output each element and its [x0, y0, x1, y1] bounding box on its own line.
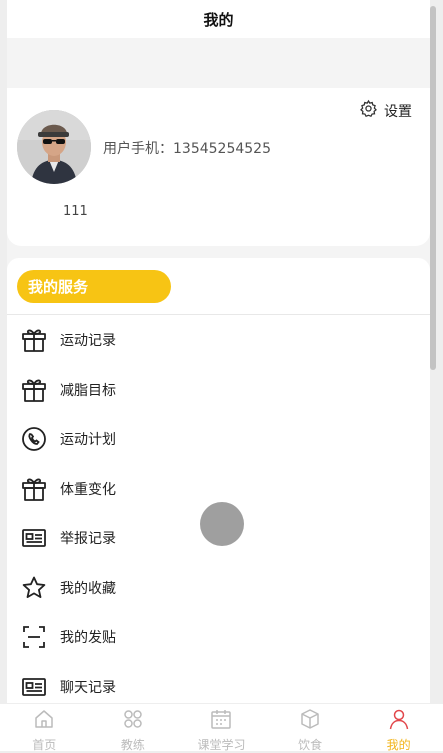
title-bar: 我的: [7, 0, 430, 38]
services-panel: 我的服务 运动记录 减脂目标 运动计划 体重变化 举报记录 我的收藏 我的发贴 …: [7, 258, 430, 708]
service-item-fat-loss-goal[interactable]: 减脂目标: [7, 365, 430, 414]
service-item-favorites[interactable]: 我的收藏: [7, 563, 430, 612]
app-screen: 我的 设置 用户手机：13545254525 111 我的服务 运动记录 减脂目…: [7, 0, 430, 750]
tab-label: 我的: [386, 738, 411, 752]
service-label: 减脂目标: [60, 382, 116, 399]
id-card-icon: [20, 673, 48, 701]
tab-home[interactable]: 首页: [0, 704, 89, 752]
tab-mine[interactable]: 我的: [354, 704, 443, 752]
service-item-exercise-plan[interactable]: 运动计划: [7, 414, 430, 463]
service-label: 运动记录: [60, 332, 116, 349]
phone-number: 13545254525: [173, 141, 271, 157]
service-label: 聊天记录: [60, 679, 116, 696]
scan-icon: [20, 623, 48, 651]
page-title: 我的: [203, 10, 234, 29]
service-label: 我的发贴: [60, 629, 116, 646]
service-item-my-posts[interactable]: 我的发贴: [7, 612, 430, 661]
service-item-exercise-record[interactable]: 运动记录: [7, 315, 430, 364]
service-label: 举报记录: [60, 530, 116, 547]
services-title: 我的服务: [17, 270, 171, 303]
gear-icon: [359, 99, 378, 122]
home-icon: [33, 708, 55, 734]
service-label: 我的收藏: [60, 580, 116, 597]
grid-icon: [122, 708, 144, 734]
gift-icon: [20, 326, 48, 354]
tab-label: 首页: [32, 738, 57, 752]
user-phone: 用户手机：13545254525: [103, 138, 271, 158]
settings-label: 设置: [384, 103, 412, 120]
touch-indicator: [200, 502, 244, 546]
avatar[interactable]: [17, 110, 91, 184]
tab-class[interactable]: 课堂学习: [177, 704, 266, 752]
tab-label: 课堂学习: [197, 738, 246, 752]
scrollbar[interactable]: [430, 6, 436, 370]
id-card-icon: [20, 524, 48, 552]
phone-label: 用户手机：: [103, 141, 173, 157]
tab-bar: 首页 教练 课堂学习 饮食 我的: [0, 703, 443, 752]
star-icon: [20, 574, 48, 602]
service-label: 运动计划: [60, 431, 116, 448]
gift-icon: [20, 475, 48, 503]
profile-card: 设置 用户手机：13545254525 111: [7, 88, 430, 246]
phone-icon: [20, 425, 48, 453]
box-icon: [299, 708, 321, 734]
tab-label: 教练: [120, 738, 145, 752]
tab-diet[interactable]: 饮食: [266, 704, 355, 752]
gift-icon: [20, 376, 48, 404]
settings-button[interactable]: 设置: [359, 99, 412, 122]
user-id: 111: [63, 204, 88, 219]
calendar-icon: [210, 708, 232, 734]
user-icon: [388, 708, 410, 734]
tab-coach[interactable]: 教练: [89, 704, 178, 752]
service-label: 体重变化: [60, 481, 116, 498]
tab-label: 饮食: [298, 738, 323, 752]
